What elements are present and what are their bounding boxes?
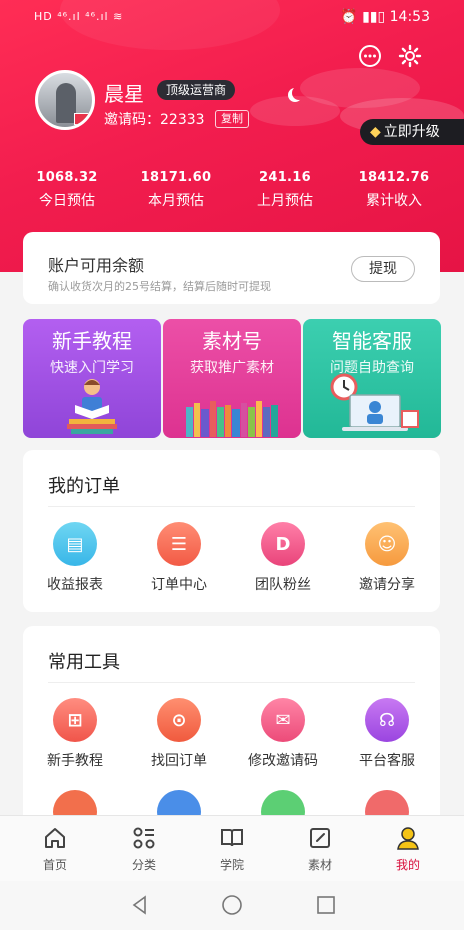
earnings-stats: 1068.32 今日预估 18171.60 本月预估 241.16 上月预估 1… <box>0 170 464 214</box>
divider <box>48 682 415 683</box>
reading-kid-icon <box>67 379 117 434</box>
profile-icon <box>378 824 438 852</box>
balance-subtitle: 确认收货次月的25号结算，结算后随时可提现 <box>48 280 271 293</box>
upgrade-label: 立即升级 <box>383 124 440 140</box>
promo-title: 智能客服 <box>332 329 412 353</box>
promo-title: 新手教程 <box>52 329 132 353</box>
tab-academy[interactable]: 学院 <box>202 824 262 873</box>
home-circle-icon[interactable] <box>220 893 244 917</box>
upgrade-button[interactable]: ◆ 立即升级 <box>360 119 464 145</box>
order-item-label: 收益报表 <box>47 577 103 593</box>
headset-icon: ☊ <box>365 698 409 742</box>
stat-last-month[interactable]: 241.16 上月预估 <box>227 170 343 210</box>
status-signal: HD ⁴⁶.ıl ⁴⁶.ıl ≋ <box>34 10 124 23</box>
tab-label: 学院 <box>219 858 244 872</box>
stat-total[interactable]: 18412.76 累计收入 <box>336 170 452 210</box>
stat-this-month[interactable]: 18171.60 本月预估 <box>118 170 234 210</box>
tool-item-find-order[interactable]: ⊙ 找回订单 <box>129 698 229 770</box>
promo-card-material[interactable]: 素材号 获取推广素材 <box>163 319 301 438</box>
support-screen-icon <box>330 373 419 431</box>
tool-item-support[interactable]: ☊ 平台客服 <box>337 698 437 770</box>
tab-label: 素材 <box>307 858 332 872</box>
balance-card: 账户可用余额 确认收货次月的25号结算，结算后随时可提现 提现 <box>23 232 440 304</box>
message-icon[interactable] <box>357 43 383 69</box>
tool-item-label: 平台客服 <box>359 753 415 769</box>
moon-icon <box>292 86 306 100</box>
gift-icon: ⊞ <box>53 698 97 742</box>
stat-label: 上月预估 <box>257 193 313 209</box>
withdraw-button[interactable]: 提现 <box>351 256 415 282</box>
category-icon <box>114 824 174 852</box>
tool-item-label: 找回订单 <box>151 753 207 769</box>
tab-home[interactable]: 首页 <box>25 824 85 873</box>
tool-item-label: 新手教程 <box>47 753 103 769</box>
status-time: ⏰ ▮▮▯ 14:53 <box>340 9 430 25</box>
invite-code: 邀请码：22333 <box>104 112 205 128</box>
diamond-icon: ◆ <box>370 124 381 140</box>
tab-category[interactable]: 分类 <box>114 824 174 873</box>
order-item-center[interactable]: ☰ 订单中心 <box>129 522 229 594</box>
orders-title: 我的订单 <box>48 476 120 497</box>
stat-value: 18412.76 <box>358 170 430 185</box>
my-orders-panel: 我的订单 ▤ 收益报表 ☰ 订单中心 D 团队粉丝 ☺ 邀请分享 <box>23 450 440 612</box>
tab-label: 首页 <box>42 858 67 872</box>
tool-item-label: 修改邀请码 <box>248 753 318 769</box>
order-item-report[interactable]: ▤ 收益报表 <box>25 522 125 594</box>
promo-card-tutorial[interactable]: 新手教程 快速入门学习 <box>23 319 161 438</box>
promo-subtitle: 快速入门学习 <box>50 360 134 376</box>
user-name: 晨星 <box>104 82 144 106</box>
tool-item-tutorial[interactable]: ⊞ 新手教程 <box>25 698 125 770</box>
order-item-team[interactable]: D 团队粉丝 <box>233 522 333 594</box>
stat-value: 1068.32 <box>36 170 98 185</box>
settings-gear-icon[interactable] <box>397 43 423 69</box>
mail-icon: ✉ <box>261 698 305 742</box>
search-order-icon: ⊙ <box>157 698 201 742</box>
order-list-icon: ☰ <box>157 522 201 566</box>
report-icon: ▤ <box>53 522 97 566</box>
tools-title: 常用工具 <box>48 652 120 673</box>
stat-today[interactable]: 1068.32 今日预估 <box>9 170 125 210</box>
order-item-label: 订单中心 <box>151 577 207 593</box>
back-icon[interactable] <box>128 893 152 917</box>
system-nav-bar <box>0 881 464 930</box>
level-badge: 顶级运营商 <box>157 80 236 100</box>
tab-mine[interactable]: 我的 <box>378 824 438 873</box>
promo-card-support[interactable]: 智能客服 问题自助查询 <box>303 319 441 438</box>
order-item-invite[interactable]: ☺ 邀请分享 <box>337 522 437 594</box>
stat-value: 18171.60 <box>140 170 212 185</box>
tab-label: 分类 <box>131 858 156 872</box>
copy-button[interactable]: 复制 <box>215 110 249 128</box>
divider <box>48 506 415 507</box>
promo-subtitle: 获取推广素材 <box>190 360 274 376</box>
promo-cards: 新手教程 快速入门学习 素材号 获取推广素材 智能客服 问题自助查询 <box>23 319 441 438</box>
profile-page: HD ⁴⁶.ıl ⁴⁶.ıl ≋ ⏰ ▮▮▯ 14:53 晨星 顶级运营商 邀请… <box>0 0 464 930</box>
books-icon <box>186 401 278 437</box>
stat-label: 今日预估 <box>39 193 95 209</box>
edit-icon <box>290 824 350 852</box>
tab-label: 我的 <box>395 858 420 872</box>
tab-material[interactable]: 素材 <box>290 824 350 873</box>
team-shield-icon: D <box>261 522 305 566</box>
tool-item-edit-invite[interactable]: ✉ 修改邀请码 <box>233 698 333 770</box>
balance-title: 账户可用余额 <box>48 256 145 275</box>
order-item-label: 邀请分享 <box>359 577 415 593</box>
stat-label: 累计收入 <box>366 193 422 209</box>
order-item-label: 团队粉丝 <box>255 577 311 593</box>
status-bar: HD ⁴⁶.ıl ⁴⁶.ıl ≋ ⏰ ▮▮▯ 14:53 <box>0 0 464 36</box>
promo-title: 素材号 <box>202 329 262 353</box>
stat-label: 本月预估 <box>148 193 204 209</box>
book-icon <box>202 824 262 852</box>
invite-people-icon: ☺ <box>365 522 409 566</box>
avatar[interactable] <box>35 70 95 130</box>
recents-square-icon[interactable] <box>314 893 338 917</box>
stat-value: 241.16 <box>259 170 311 185</box>
bottom-tab-bar: 首页 分类 学院 素材 我的 <box>0 815 464 881</box>
home-icon <box>25 824 85 852</box>
common-tools-panel: 常用工具 ⊞ 新手教程 ⊙ 找回订单 ✉ 修改邀请码 ☊ 平台客服 <box>23 626 440 834</box>
